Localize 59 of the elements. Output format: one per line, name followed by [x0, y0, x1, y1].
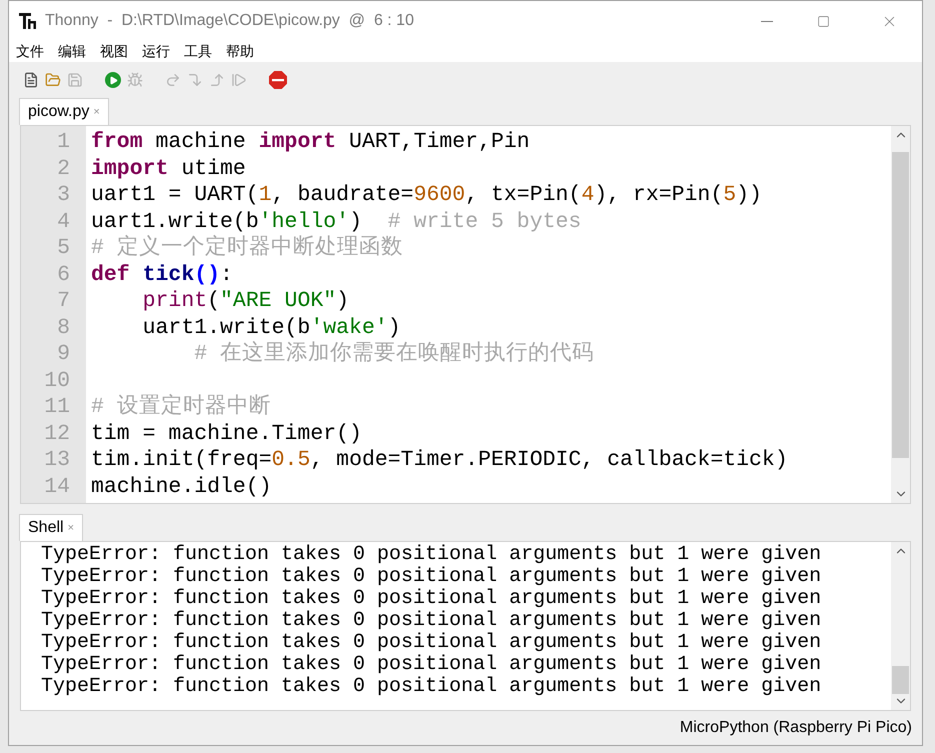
code-line: # 定义一个定时器中断处理函数	[91, 235, 403, 262]
menu-item[interactable]: 视图	[100, 41, 128, 62]
menu-item[interactable]: 工具	[184, 41, 212, 62]
line-number: 5	[56, 235, 71, 262]
code-line: tim = machine.Timer()	[91, 420, 362, 447]
line-number: 2	[56, 156, 71, 182]
menu-item[interactable]: 文件	[16, 41, 44, 62]
line-number: 1	[56, 129, 71, 156]
shell-output-line: TypeError: function takes 0 positional arguments but 1 were given	[41, 676, 822, 698]
new-file-icon[interactable]	[23, 72, 39, 88]
shell-output-line: TypeError: function takes 0 positional arguments but 1 were given	[41, 588, 822, 610]
run-icon[interactable]	[105, 72, 121, 88]
code-line: tim.init(freq=0.5, mode=Timer.PERIODIC, callback=tick)	[91, 447, 788, 474]
file-tab[interactable]: picow.py ×	[19, 98, 109, 125]
line-number: 9	[56, 341, 71, 368]
tab-label: Shell	[28, 518, 64, 538]
shell-output-line: TypeError: function takes 0 positional arguments but 1 were given	[41, 544, 822, 566]
line-number: 10	[43, 368, 71, 394]
maximize-icon	[816, 14, 830, 28]
menu-item[interactable]: 编辑	[58, 41, 86, 62]
line-number: 14	[43, 474, 71, 500]
line-number: 12	[43, 420, 71, 447]
shell-output-line: TypeError: function takes 0 positional arguments but 1 were given	[41, 654, 822, 676]
code-line: def tick():	[91, 262, 233, 288]
code-line: print("ARE UOK")	[142, 288, 350, 314]
code-editor[interactable]	[20, 125, 911, 504]
open-folder-icon[interactable]	[45, 72, 61, 88]
line-number: 11	[43, 394, 71, 420]
code-line: from machine import UART,Timer,Pin	[91, 129, 530, 156]
line-number: 13	[43, 447, 71, 474]
line-number: 8	[56, 314, 71, 341]
interpreter-status[interactable]: MicroPython (Raspberry Pi Pico)	[680, 716, 912, 740]
menu-item[interactable]: 帮助	[226, 41, 254, 62]
stop-icon[interactable]	[269, 71, 287, 89]
code-line: uart1 = UART(1, baudrate=9600, tx=Pin(4), rx=Pin(5))	[91, 182, 762, 208]
scrollbar[interactable]	[891, 126, 910, 503]
tab-label: picow.py	[28, 102, 90, 122]
file-tab[interactable]: Shell ×	[19, 514, 84, 541]
scrollbar[interactable]	[891, 542, 910, 710]
code-line: machine.idle()	[91, 474, 272, 500]
shell-output-line: TypeError: function takes 0 positional arguments but 1 were given	[41, 610, 822, 632]
code-line: # 在这里添加你需要在唤醒时执行的代码	[193, 341, 594, 368]
code-line: # 设置定时器中断	[91, 394, 271, 420]
line-number: 7	[56, 288, 71, 314]
scroll-thumb[interactable]	[892, 152, 909, 458]
code-line: uart1.write(b'wake')	[142, 314, 401, 341]
menu-item[interactable]: 运行	[142, 41, 170, 62]
thonny-logo-icon	[19, 12, 37, 30]
line-number: 3	[56, 182, 71, 208]
line-number: 6	[56, 262, 71, 288]
shell-output-line: TypeError: function takes 0 positional arguments but 1 were given	[41, 566, 822, 588]
minimize-icon	[761, 20, 773, 22]
window-title: Thonny - D:\RTD\Image\CODE\picow.py @ 6 : 10	[45, 11, 414, 31]
shell-output-line: TypeError: function takes 0 positional arguments but 1 were given	[41, 632, 822, 654]
code-line: uart1.write(b'hello') # write 5 bytes	[91, 208, 582, 234]
scroll-thumb[interactable]	[892, 666, 909, 694]
code-line: import utime	[91, 156, 246, 182]
line-number: 4	[56, 208, 71, 235]
shell-panel[interactable]	[20, 541, 911, 711]
